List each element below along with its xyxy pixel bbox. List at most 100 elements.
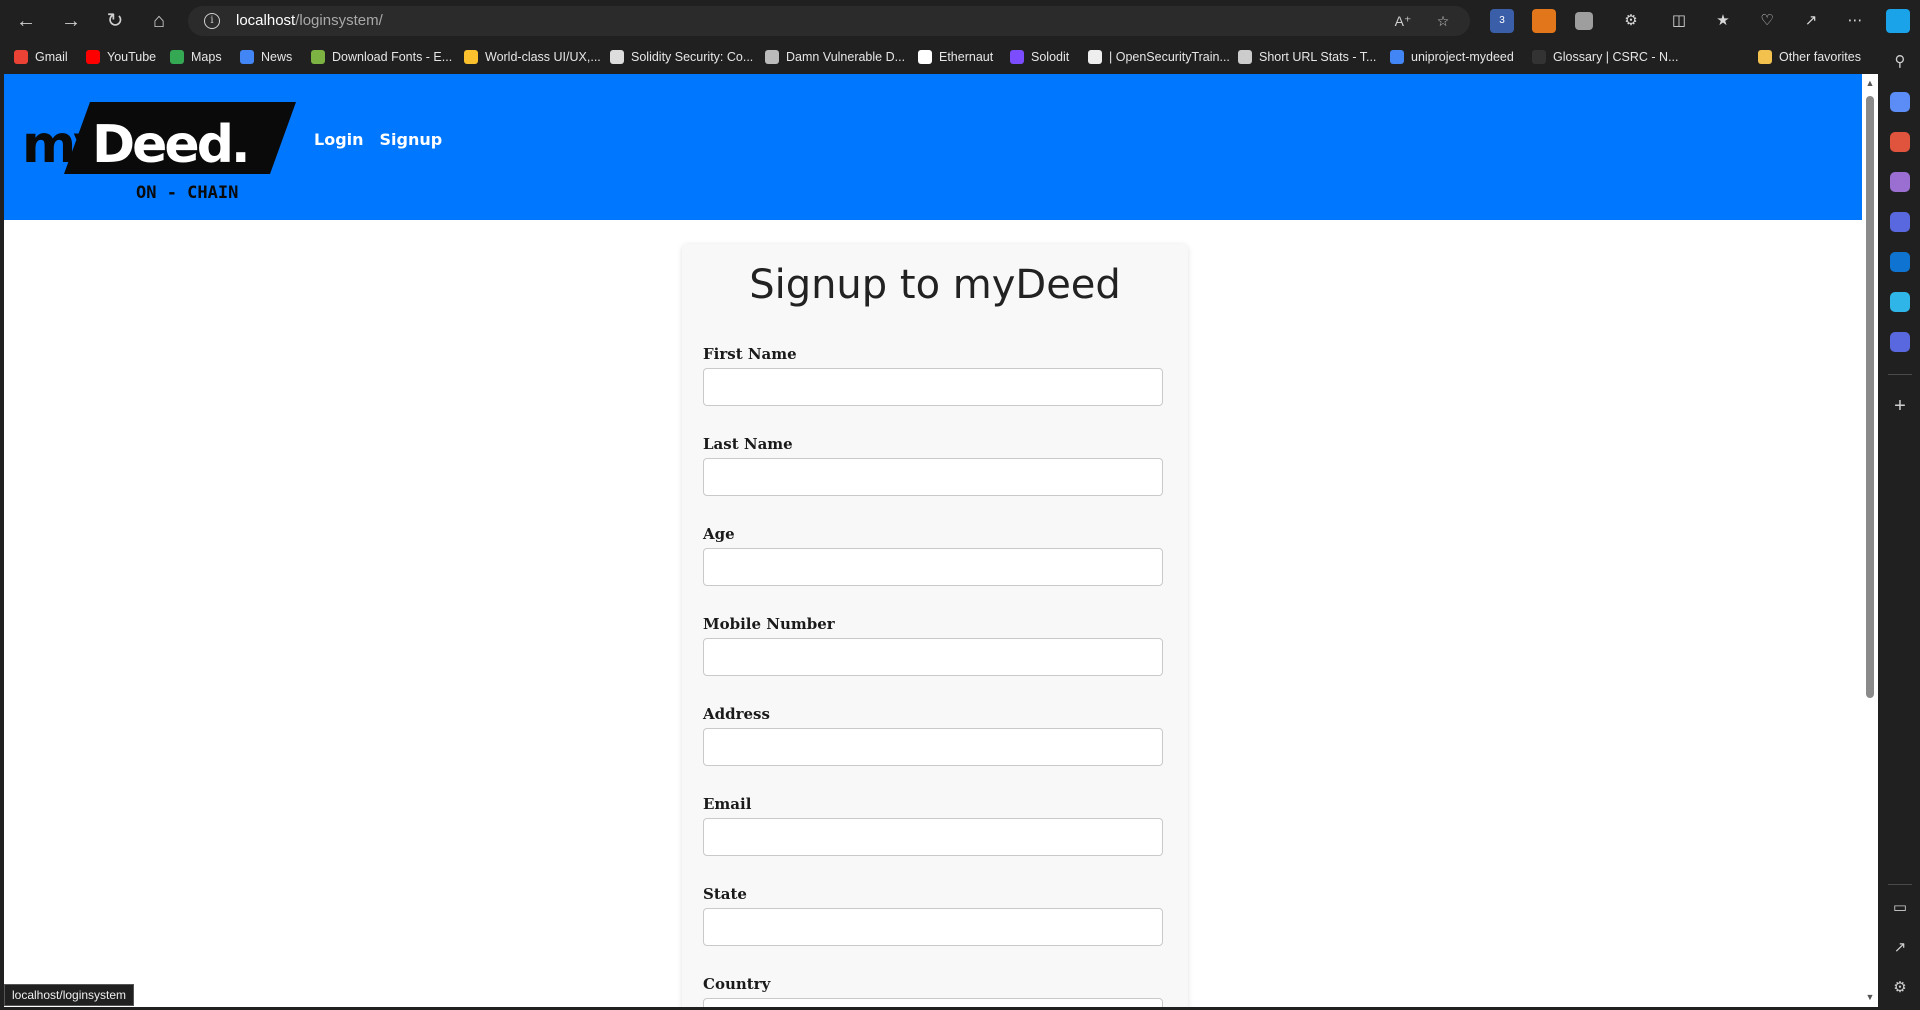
bookmark-item[interactable]: Download Fonts - E... <box>311 48 452 66</box>
field-label: Email <box>703 795 752 813</box>
bookmark-label: Solidity Security: Co... <box>631 50 754 64</box>
copilot-icon[interactable] <box>1886 9 1910 33</box>
reload-icon[interactable]: ↻ <box>101 7 129 35</box>
address-bar[interactable]: i localhost/loginsystem/ A⁺ ☆ <box>188 6 1470 36</box>
rail-divider <box>1888 884 1912 885</box>
bookmark-favicon-icon <box>918 50 932 64</box>
bookmark-favicon-icon <box>1088 50 1102 64</box>
read-aloud-icon[interactable]: A⁺ <box>1392 10 1414 32</box>
form-title: Signup to myDeed <box>749 262 1121 308</box>
bookmark-item[interactable]: Solodit <box>1010 48 1069 66</box>
bookmark-label: Ethernaut <box>939 50 994 64</box>
bookmark-favicon-icon <box>86 50 100 64</box>
bookmark-favicon-icon <box>240 50 254 64</box>
bookmark-item[interactable]: Damn Vulnerable D... <box>765 48 905 66</box>
open-external-icon[interactable]: ↗ <box>1888 936 1912 960</box>
bookmark-item[interactable]: YouTube <box>86 48 156 66</box>
field-input-age[interactable] <box>703 548 1163 586</box>
url-text[interactable]: localhost/loginsystem/ <box>236 12 383 29</box>
forward-icon[interactable]: → <box>57 7 85 35</box>
bookmark-label: uniproject-mydeed <box>1411 50 1514 64</box>
bookmark-item[interactable]: Maps <box>170 48 222 66</box>
extension-badge-icon[interactable]: 3 <box>1490 9 1514 33</box>
page-scrollbar[interactable]: ▲ ▼ <box>1862 74 1878 1007</box>
bookmark-item[interactable]: News <box>240 48 292 66</box>
nav-signup-link[interactable]: Signup <box>380 130 443 149</box>
field-input-country[interactable] <box>703 998 1163 1007</box>
bookmark-favicon-icon <box>1238 50 1252 64</box>
search-icon[interactable]: ⚲ <box>1888 50 1912 74</box>
outlook-icon[interactable] <box>1890 252 1910 272</box>
telegram-icon[interactable] <box>1890 292 1910 312</box>
mydeed-logo: my Deed. ON - CHAIN <box>22 102 296 202</box>
bookmark-label: Glossary | CSRC - N... <box>1553 50 1679 64</box>
field-label: Mobile Number <box>703 615 835 633</box>
bookmark-favicon-icon <box>1532 50 1546 64</box>
field-input-mobile-number[interactable] <box>703 638 1163 676</box>
field-input-email[interactable] <box>703 818 1163 856</box>
link-status-tooltip: localhost/loginsystem <box>4 984 135 1006</box>
extensions-puzzle-icon[interactable]: ⚙ <box>1619 9 1643 33</box>
bookmark-item[interactable]: Gmail <box>14 48 68 66</box>
settings-gear-icon[interactable]: ⚙ <box>1888 976 1912 1000</box>
url-host: localhost <box>236 12 296 29</box>
favorites-icon[interactable]: ★ <box>1711 9 1735 33</box>
field-label: Last Name <box>703 435 793 453</box>
site-nav: Login Signup <box>314 130 442 149</box>
bookmark-label: Download Fonts - E... <box>332 50 453 64</box>
games-icon[interactable] <box>1890 172 1910 192</box>
split-screen-icon[interactable]: ◫ <box>1667 9 1691 33</box>
field-input-state[interactable] <box>703 908 1163 946</box>
bookmark-label: YouTube <box>107 50 157 64</box>
designer-icon[interactable] <box>1890 332 1910 352</box>
bookmark-label: Gmail <box>35 50 68 64</box>
bookmark-item[interactable]: World-class UI/UX,... <box>464 48 601 66</box>
metamask-extension-icon[interactable] <box>1532 9 1556 33</box>
site-info-icon[interactable]: i <box>204 13 220 29</box>
field-input-address[interactable] <box>703 728 1163 766</box>
bookmark-favicon-icon <box>14 50 28 64</box>
copilot-app-icon[interactable] <box>1890 212 1910 232</box>
folder-icon <box>1758 50 1772 64</box>
field-input-last-name[interactable] <box>703 458 1163 496</box>
scroll-thumb[interactable] <box>1866 96 1874 698</box>
bookmark-item[interactable]: | OpenSecurityTrain... <box>1088 48 1230 66</box>
nav-login-link[interactable]: Login <box>314 130 364 149</box>
share-icon[interactable]: ↗ <box>1799 9 1823 33</box>
page-viewport: my Deed. ON - CHAIN Login Signup Signup … <box>4 74 1862 1007</box>
bookmark-item[interactable]: uniproject-mydeed <box>1390 48 1514 66</box>
bookmark-item[interactable]: Glossary | CSRC - N... <box>1532 48 1678 66</box>
field-label: First Name <box>703 345 797 363</box>
field-label: Address <box>703 705 770 723</box>
sidebar-rail: ⚲ + ▭ ↗ ⚙ <box>1880 42 1920 1010</box>
back-icon[interactable]: ← <box>12 7 40 35</box>
scroll-up-icon[interactable]: ▲ <box>1865 78 1875 88</box>
bookmark-favicon-icon <box>610 50 624 64</box>
bookmark-favicon-icon <box>311 50 325 64</box>
favorite-star-icon[interactable]: ☆ <box>1432 10 1454 32</box>
bookmark-item[interactable]: Solidity Security: Co... <box>610 48 753 66</box>
scroll-down-icon[interactable]: ▼ <box>1865 992 1875 1002</box>
hide-sidebar-icon[interactable]: ▭ <box>1888 896 1912 920</box>
bookmark-label: | OpenSecurityTrain... <box>1109 50 1230 64</box>
bookmark-item[interactable]: Ethernaut <box>918 48 993 66</box>
field-label: State <box>703 885 747 903</box>
add-sidebar-app-icon[interactable]: + <box>1888 394 1912 418</box>
extension-icon[interactable] <box>1575 12 1593 30</box>
field-input-first-name[interactable] <box>703 368 1163 406</box>
bookmark-label: Maps <box>191 50 222 64</box>
other-favorites-folder[interactable]: Other favorites <box>1758 48 1861 66</box>
bookmark-favicon-icon <box>1390 50 1404 64</box>
bookmark-item[interactable]: Short URL Stats - T... <box>1238 48 1376 66</box>
home-icon[interactable]: ⌂ <box>145 7 173 35</box>
tools-icon[interactable] <box>1890 132 1910 152</box>
bookmark-label: World-class UI/UX,... <box>485 50 601 64</box>
bookmark-label: News <box>261 50 293 64</box>
browser-essentials-icon[interactable]: ♡ <box>1755 9 1779 33</box>
more-options-icon[interactable]: ⋯ <box>1843 9 1867 33</box>
shopping-icon[interactable] <box>1890 92 1910 112</box>
signup-card: Signup to myDeed First Name Last Name Age M… <box>682 244 1188 1007</box>
field-label: Country <box>703 975 771 993</box>
url-path: /loginsystem/ <box>295 12 383 29</box>
rail-divider <box>1888 374 1912 375</box>
